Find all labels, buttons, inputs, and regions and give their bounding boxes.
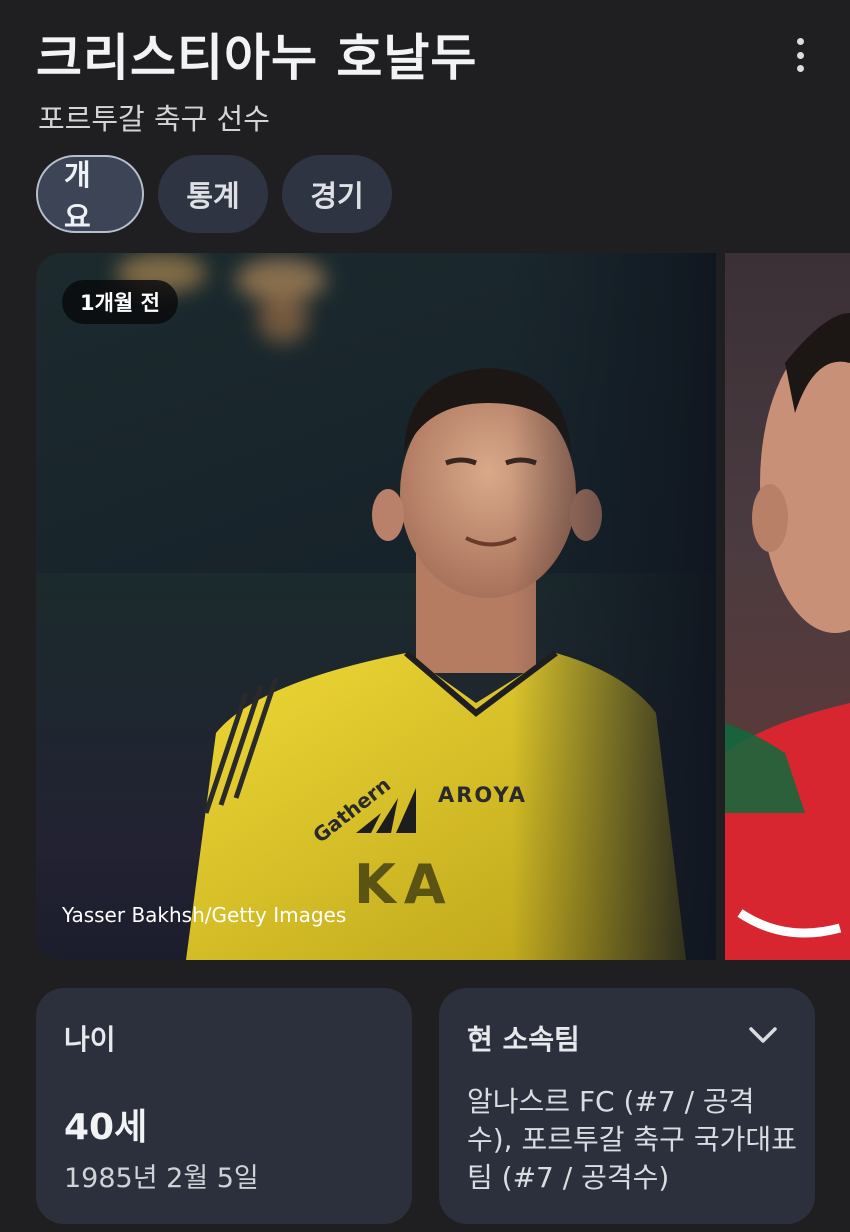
tab-stats[interactable]: 통계	[158, 155, 268, 233]
birthdate: 1985년 2월 5일	[64, 1163, 259, 1194]
age-card: 나이 40세 1985년 2월 5일	[36, 988, 412, 1224]
age-label: 나이	[64, 1023, 116, 1056]
jersey-sponsor-aroya: AROYA	[438, 783, 527, 807]
chevron-down-icon[interactable]	[747, 1022, 779, 1048]
age-value: 40세	[64, 1107, 148, 1148]
current-team-card[interactable]: 현 소속팀 알나스르 FC (#7 / 공격수), 포르투갈 축구 국가대표팀 …	[439, 988, 815, 1224]
tab-overview[interactable]: 개요	[36, 155, 144, 234]
tab-bar: 개요 통계 경기	[36, 155, 392, 234]
current-team-value: 알나스르 FC (#7 / 공격수), 포르투갈 축구 국가대표팀 (#7 / …	[467, 1085, 797, 1194]
player-figure-second	[725, 313, 850, 960]
current-team-label: 현 소속팀	[467, 1023, 580, 1056]
time-badge: 1개월 전	[62, 280, 178, 324]
page-title: 크리스티아누 호날두	[36, 29, 478, 87]
player-photo-second[interactable]	[725, 253, 850, 960]
player-photo-main[interactable]: Gathern AROYA KA	[36, 253, 716, 960]
jersey-sponsor-ka: KA	[354, 853, 454, 916]
tab-matches[interactable]: 경기	[282, 155, 392, 233]
photo-credit: Yasser Bakhsh/Getty Images	[62, 903, 347, 927]
page-subtitle: 포르투갈 축구 선수	[38, 102, 270, 136]
more-vert-icon[interactable]	[788, 38, 812, 72]
